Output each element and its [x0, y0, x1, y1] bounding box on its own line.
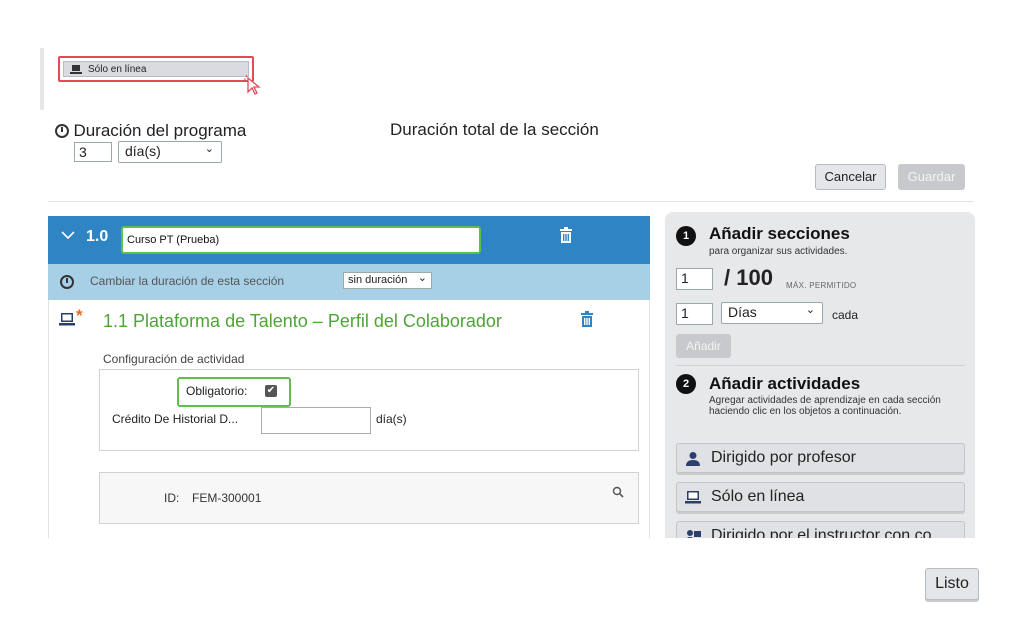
section-total-duration-label: Duración total de la sección [390, 120, 599, 139]
activity-title[interactable]: 1.1 Plataforma de Talento – Perfil del C… [103, 311, 502, 332]
activity-config-label: Configuración de actividad [103, 352, 245, 366]
section-duration-value: sin duración [348, 274, 408, 286]
done-button[interactable]: Listo [925, 568, 979, 600]
credit-input[interactable] [261, 407, 371, 434]
change-duration-label: Cambiar la duración de esta sección [90, 274, 285, 288]
clock-icon [60, 275, 74, 289]
section-number: 1.0 [86, 228, 109, 245]
online-only-label: Sólo en línea [711, 488, 805, 505]
click-cursor-icon [244, 74, 261, 95]
instructor-led-label: Dirigido por profesor [711, 449, 856, 466]
instructor-with-content-label: Dirigido por el instructor con co [711, 527, 932, 538]
chevron-down-icon: ⌄ [805, 304, 815, 316]
add-sections-title: Añadir secciones [709, 224, 850, 243]
program-duration-label: Duración del programa [73, 121, 247, 140]
credit-label: Crédito De Historial D... [112, 412, 239, 426]
activity-id-value: FEM-300001 [192, 491, 262, 505]
person-icon [686, 452, 700, 466]
divider [676, 365, 965, 366]
laptop-icon [685, 491, 701, 504]
online-only-button[interactable]: Sólo en línea [676, 482, 965, 512]
credit-unit: día(s) [376, 412, 407, 426]
instructor-with-content-button[interactable]: Dirigido por el instructor con co [676, 521, 965, 538]
online-only-chip[interactable]: Sólo en línea [63, 61, 249, 77]
step-1-badge: 1 [676, 226, 696, 246]
clock-icon [55, 124, 69, 138]
search-icon[interactable] [612, 486, 624, 498]
partial-item-clip: Dirigido por el instructor con co [665, 518, 975, 538]
add-activities-desc: Agregar actividades de aprendizaje en ca… [709, 395, 941, 417]
online-only-thumbnail-label: Sólo en línea [88, 64, 147, 75]
save-button[interactable]: Guardar [898, 164, 965, 190]
interval-unit-select[interactable]: Días ⌄ [721, 302, 823, 324]
required-star-icon: * [76, 306, 83, 325]
thumbnail-divider [40, 48, 44, 110]
interval-suffix: cada [832, 308, 859, 322]
online-only-thumbnail[interactable]: Sólo en línea [58, 56, 254, 82]
divider [48, 201, 974, 202]
section-count-input[interactable]: 1 [676, 268, 713, 290]
required-checkbox[interactable]: ✔ [265, 385, 277, 397]
required-label: Obligatorio: [186, 384, 248, 398]
laptop-icon [59, 313, 75, 326]
interval-input[interactable]: 1 [676, 303, 713, 325]
cancel-button[interactable]: Cancelar [815, 164, 886, 190]
add-sections-desc: para organizar sus actividades. [709, 246, 848, 257]
program-duration: Duración del programa [55, 121, 246, 141]
add-activities-title: Añadir actividades [709, 374, 861, 393]
program-duration-unit-value: día(s) [125, 143, 161, 159]
program-duration-unit-select[interactable]: día(s) ⌄ [118, 141, 222, 163]
chevron-down-icon: ⌄ [204, 143, 214, 155]
laptop-icon [70, 65, 82, 74]
max-sections-value: / 100 [724, 265, 773, 290]
max-allowed-label: MÁX. PERMITIDO [786, 281, 857, 290]
collapse-chevron-icon[interactable] [60, 228, 76, 246]
instructor-led-button[interactable]: Dirigido por profesor [676, 443, 965, 473]
chevron-down-icon: ⌄ [417, 272, 427, 284]
section-duration-select[interactable]: sin duración ⌄ [343, 272, 432, 289]
interval-unit-value: Días [728, 304, 757, 320]
step-2-badge: 2 [676, 374, 696, 394]
section-name-input[interactable]: Curso PT (Prueba) [121, 226, 481, 254]
activity-id-box [99, 472, 639, 524]
trash-icon[interactable] [559, 227, 573, 243]
add-sections-button[interactable]: Añadir [676, 334, 731, 358]
instructor-icon [686, 530, 701, 538]
program-duration-input[interactable]: 3 [74, 142, 112, 162]
trash-icon[interactable] [580, 311, 594, 327]
activity-id-label: ID: [164, 491, 180, 505]
